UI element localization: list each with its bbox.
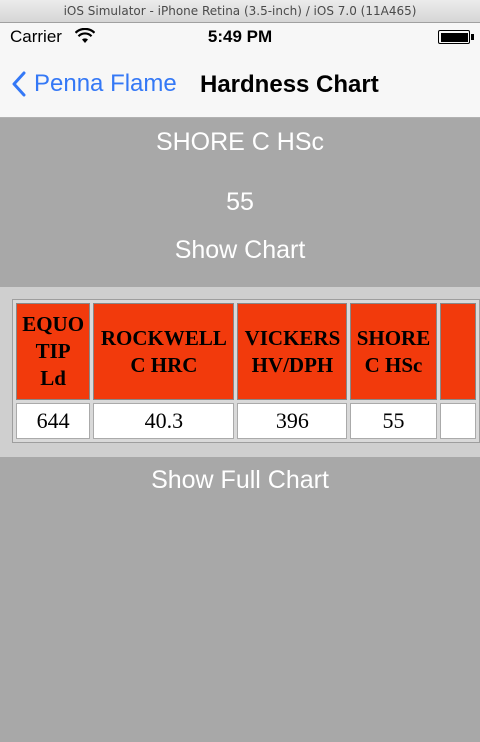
table-cell-rockwell: 40.3	[93, 403, 235, 439]
header-line: Ld	[40, 366, 66, 390]
table-cell-equotip: 644	[16, 403, 91, 439]
battery-icon	[438, 30, 474, 44]
table-cell-vickers: 396	[237, 403, 348, 439]
header-row: EQUO TIP Ld ROCKWELL C HRC VICKERS HV/DP…	[16, 303, 476, 400]
show-full-chart-button[interactable]: Show Full Chart	[0, 466, 480, 495]
table-cell-clipped	[439, 403, 476, 439]
page-title: Hardness Chart	[200, 71, 379, 98]
header-line: SHORE	[356, 325, 431, 350]
table-row: 644 40.3 396 55	[16, 403, 476, 439]
column-header-shore: SHORE C HSc	[350, 303, 437, 400]
back-button[interactable]: Penna Flame	[12, 67, 177, 101]
status-time: 5:49 PM	[207, 27, 273, 46]
chevron-left-icon	[12, 71, 26, 97]
show-chart-button[interactable]: Show Chart	[0, 236, 480, 265]
hardness-value-label: 55	[226, 188, 254, 216]
header-line: EQUO	[22, 312, 85, 336]
column-header-vickers: VICKERS HV/DPH	[237, 303, 348, 400]
navigation-bar: Penna Flame Hardness Chart	[0, 51, 480, 118]
column-header-clipped	[439, 303, 476, 400]
chart-web-view[interactable]: EQUO TIP Ld ROCKWELL C HRC VICKERS HV/DP…	[0, 287, 480, 457]
status-bar: Carrier 5:49 PM	[0, 23, 480, 51]
header-line: HV/DPH	[251, 352, 334, 377]
header-line: C HSc	[364, 352, 423, 377]
scale-name-label: SHORE C HSc	[155, 128, 325, 156]
column-header-rockwell: ROCKWELL C HRC	[93, 303, 235, 400]
back-button-label: Penna Flame	[34, 70, 177, 97]
column-header-equotip: EQUO TIP Ld	[16, 303, 91, 400]
header-line: VICKERS	[244, 325, 341, 350]
hardness-table: EQUO TIP Ld ROCKWELL C HRC VICKERS HV/DP…	[12, 299, 480, 443]
table-cell-shore: 55	[350, 403, 437, 439]
header-line: TIP	[35, 339, 71, 363]
header-line: C HRC	[130, 352, 198, 377]
simulator-window-title: iOS Simulator - iPhone Retina (3.5-inch)…	[0, 0, 480, 23]
header-line: ROCKWELL	[100, 325, 227, 350]
